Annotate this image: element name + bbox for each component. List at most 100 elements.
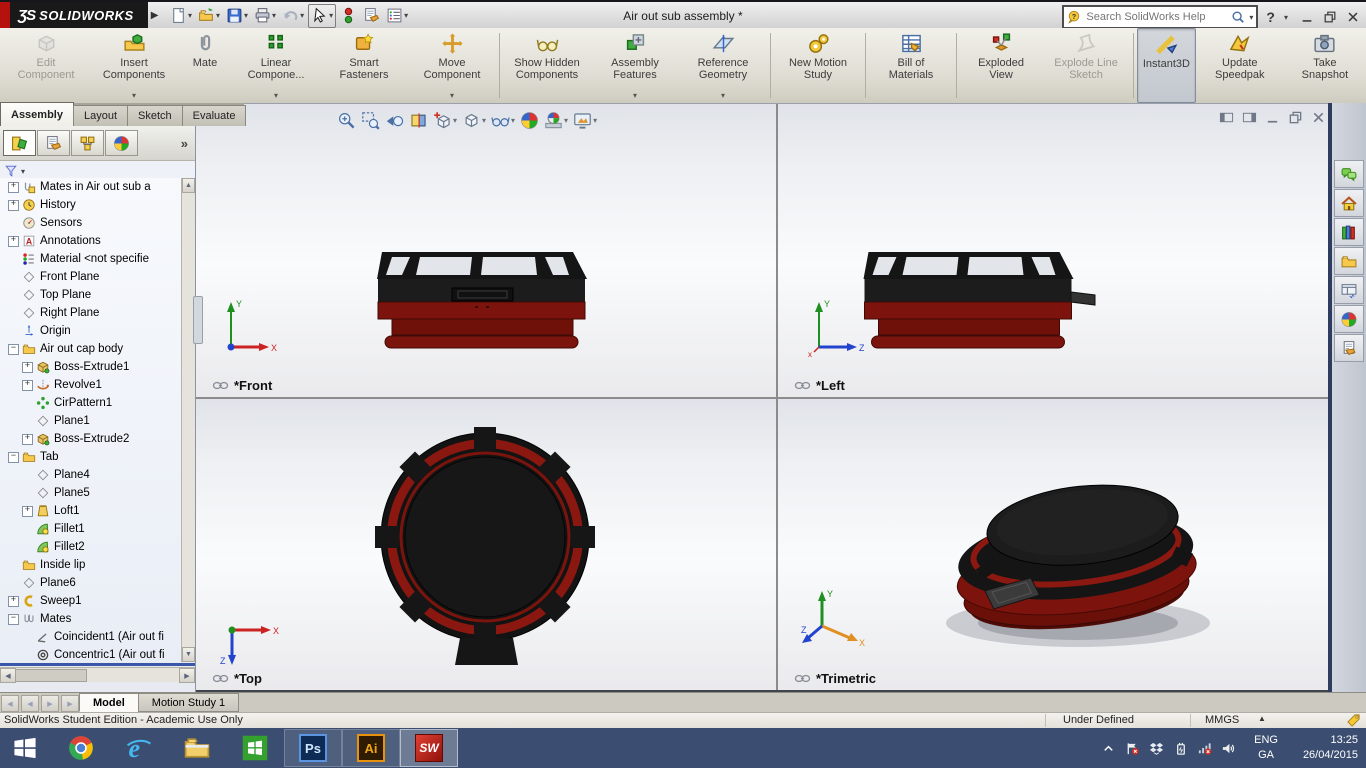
update-speedpak-button[interactable]: Update Speedpak: [1196, 28, 1284, 103]
tab-nav-first-button[interactable]: ◀: [1, 695, 19, 712]
save-document-button[interactable]: ▾: [224, 5, 250, 27]
tab-sketch[interactable]: Sketch: [127, 105, 183, 126]
design-library-button[interactable]: [1334, 218, 1364, 246]
tab-layout[interactable]: Layout: [73, 105, 128, 126]
scroll-down-arrow-icon[interactable]: ▼: [182, 647, 195, 662]
tree-vertical-scrollbar[interactable]: ▲ ▼: [181, 178, 195, 662]
taskbar-app-internet-explorer[interactable]: e: [110, 729, 168, 767]
zoom-to-fit-button[interactable]: [335, 108, 358, 132]
scroll-left-arrow-icon[interactable]: ◀: [0, 668, 16, 683]
select-cursor-button[interactable]: ▾: [308, 4, 336, 28]
close-button[interactable]: [1346, 10, 1360, 24]
help-dropdown-caret-icon[interactable]: ▾: [1284, 13, 1288, 22]
tab-nav-last-button[interactable]: ▶: [61, 695, 79, 712]
language-indicator[interactable]: ENG GA: [1254, 733, 1278, 763]
tree-item-air-out-cap-body[interactable]: −Air out cap body: [0, 340, 182, 358]
taskbar-app-photoshop[interactable]: Ps: [284, 729, 342, 767]
file-properties-button[interactable]: [361, 5, 382, 27]
viewport-front[interactable]: Y X *Front: [196, 104, 776, 397]
dropdown-caret-icon[interactable]: ▾: [450, 90, 454, 102]
tree-item-sensors[interactable]: +Sensors: [0, 214, 182, 232]
apply-scene-button[interactable]: ▾: [542, 108, 570, 132]
tree-item-material-not-specifie[interactable]: +Material <not specifie: [0, 250, 182, 268]
tree-expander[interactable]: +: [8, 200, 19, 211]
help-button[interactable]: ?: [1266, 9, 1275, 25]
tree-item-fillet2[interactable]: +Fillet2: [0, 538, 182, 556]
previous-view-button[interactable]: [383, 108, 406, 132]
smart-fasteners-button[interactable]: Smart Fasteners: [320, 28, 408, 103]
zoom-to-area-button[interactable]: [359, 108, 382, 132]
tree-item-loft1[interactable]: +Loft1: [0, 502, 182, 520]
dropdown-caret-icon[interactable]: ▾: [633, 90, 637, 102]
pane-right-button[interactable]: [1242, 110, 1257, 125]
help-search-input[interactable]: [1084, 10, 1228, 24]
tree-expander[interactable]: +: [22, 506, 33, 517]
viewport-splitter-horizontal[interactable]: [196, 397, 1332, 399]
tree-horizontal-scrollbar[interactable]: ◀ ▶: [0, 667, 195, 682]
reference-geometry-button[interactable]: Reference Geometry▾: [679, 28, 767, 103]
options-list-button[interactable]: ▾: [384, 5, 410, 27]
minimize-button[interactable]: [1300, 10, 1314, 24]
tray-expand-icon[interactable]: [1101, 741, 1116, 756]
dropbox-icon[interactable]: [1149, 741, 1164, 756]
search-icon[interactable]: [1231, 10, 1245, 24]
panel-tab-propertymanager[interactable]: [37, 130, 70, 156]
tree-item-sweep1[interactable]: +Sweep1: [0, 592, 182, 610]
tree-item-fillet1[interactable]: +Fillet1: [0, 520, 182, 538]
win-close-button[interactable]: [1311, 110, 1326, 125]
dropdown-caret-icon[interactable]: ▾: [300, 11, 304, 20]
dropdown-caret-icon[interactable]: ▾: [274, 90, 278, 102]
scroll-up-arrow-icon[interactable]: ▲: [182, 178, 195, 193]
graphics-area[interactable]: Y X *Front: [196, 103, 1332, 692]
search-dropdown-caret-icon[interactable]: ▾: [1249, 13, 1253, 22]
tree-expander[interactable]: +: [8, 596, 19, 607]
tab-model[interactable]: Model: [79, 693, 139, 712]
print-document-button[interactable]: ▾: [252, 5, 278, 27]
tree-item-plane1[interactable]: +Plane1: [0, 412, 182, 430]
tab-nav-next-button[interactable]: ▶: [41, 695, 59, 712]
tree-expander[interactable]: −: [8, 614, 19, 625]
tree-item-inside-lip[interactable]: +Inside lip: [0, 556, 182, 574]
tab-assembly[interactable]: Assembly: [0, 102, 74, 126]
view-settings-button[interactable]: ▾: [571, 108, 599, 132]
filter-funnel-icon[interactable]: [4, 164, 18, 178]
tree-item-mates[interactable]: −Mates: [0, 610, 182, 628]
dropdown-caret-icon[interactable]: ▾: [188, 11, 192, 20]
tree-item-coincident1-air-out-fi[interactable]: +Coincident1 (Air out fi: [0, 628, 182, 646]
tree-item-cirpattern1[interactable]: +CirPattern1: [0, 394, 182, 412]
tag-icon[interactable]: [1346, 713, 1361, 728]
move-component-button[interactable]: Move Component▾: [408, 28, 496, 103]
help-search-box[interactable]: ? ▾: [1062, 5, 1258, 29]
tree-item-right-plane[interactable]: +Right Plane: [0, 304, 182, 322]
pane-left-button[interactable]: [1219, 110, 1234, 125]
panel-tab-displaymanager[interactable]: [105, 130, 138, 156]
bill-of-materials-button[interactable]: Bill of Materials: [869, 28, 953, 103]
dropdown-caret-icon[interactable]: ▾: [564, 116, 568, 125]
tree-item-plane5[interactable]: +Plane5: [0, 484, 182, 502]
scroll-right-arrow-icon[interactable]: ▶: [179, 668, 195, 683]
taskbar-app-windows-store[interactable]: [226, 729, 284, 767]
units-text[interactable]: MMGS: [1205, 714, 1239, 726]
instant3d-button[interactable]: Instant3D: [1137, 28, 1196, 103]
panel-splitter-bar[interactable]: [0, 663, 195, 666]
volume-icon[interactable]: [1221, 741, 1236, 756]
undo-button[interactable]: ▾: [280, 5, 306, 27]
tree-expander[interactable]: −: [8, 452, 19, 463]
exploded-view-button[interactable]: Exploded View: [960, 28, 1042, 103]
model-top-view[interactable]: [196, 399, 776, 690]
new-document-button[interactable]: ▾: [168, 5, 194, 27]
viewport-left[interactable]: Y Z x *Left: [778, 104, 1332, 397]
scrollbar-thumb[interactable]: [15, 669, 87, 682]
tree-item-plane6[interactable]: +Plane6: [0, 574, 182, 592]
tree-item-plane4[interactable]: +Plane4: [0, 466, 182, 484]
tree-expander[interactable]: −: [8, 344, 19, 355]
dropdown-caret-icon[interactable]: ▾: [511, 116, 515, 125]
tree-item-annotations[interactable]: +AAnnotations: [0, 232, 182, 250]
tree-expander[interactable]: +: [8, 182, 19, 193]
insert-components-button[interactable]: Insert Components▾: [90, 28, 178, 103]
win-restore-button[interactable]: [1288, 110, 1303, 125]
filter-dropdown-caret-icon[interactable]: ▾: [21, 167, 25, 176]
dropdown-caret-icon[interactable]: ▾: [272, 11, 276, 20]
taskbar-app-chrome[interactable]: [52, 729, 110, 767]
viewport-top[interactable]: X Z *Top: [196, 399, 776, 690]
